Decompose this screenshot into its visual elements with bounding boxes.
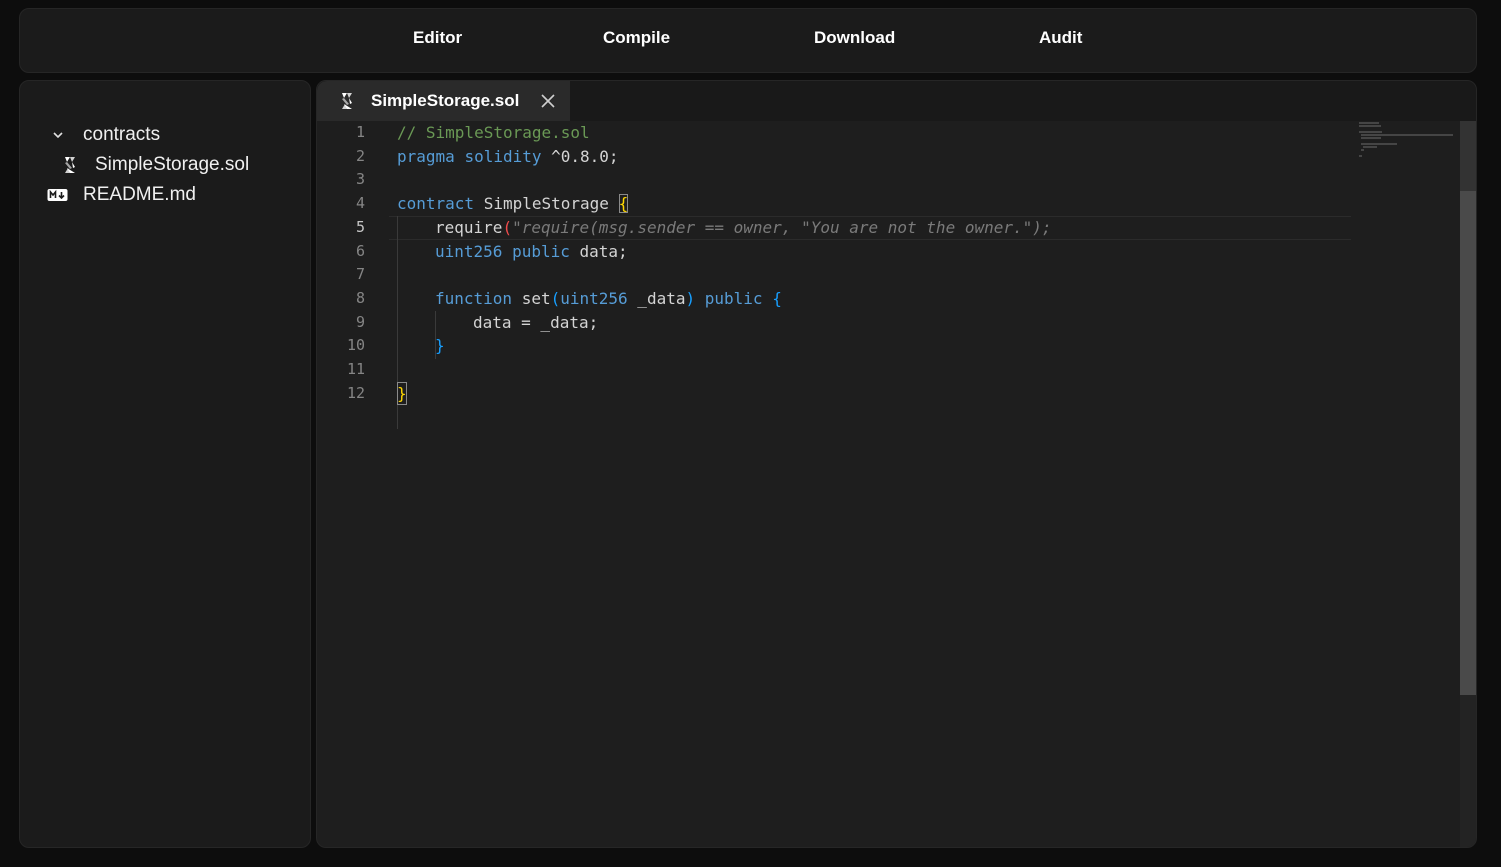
code-text: } bbox=[435, 336, 445, 356]
code-text: uint256 public data; bbox=[435, 241, 628, 261]
scrollbar-thumb[interactable] bbox=[1460, 191, 1476, 695]
code-line: 12 } bbox=[317, 381, 1352, 406]
minimap-line bbox=[1361, 137, 1381, 139]
code-line: 10 } bbox=[317, 334, 1352, 358]
code-line: 4 contract SimpleStorage { bbox=[317, 192, 1352, 216]
code-line: 11 bbox=[317, 358, 1352, 382]
minimap-line bbox=[1361, 143, 1397, 145]
code-text: contract SimpleStorage { bbox=[397, 194, 629, 214]
code-text: require("require(msg.sender == owner, "Y… bbox=[435, 217, 1052, 237]
audit-nav-button[interactable]: Audit bbox=[1039, 28, 1082, 48]
line-number: 6 bbox=[355, 241, 365, 260]
close-icon[interactable] bbox=[539, 92, 557, 110]
chevron-down-icon bbox=[50, 131, 66, 139]
minimap-line bbox=[1361, 134, 1453, 136]
code-text: } bbox=[397, 381, 407, 406]
file-label: README.md bbox=[83, 184, 196, 205]
code-editor: SimpleStorage.sol 1 // SimpleStorage.sol… bbox=[316, 80, 1477, 848]
code-area[interactable]: 1 // SimpleStorage.sol 2 pragma solidity… bbox=[317, 121, 1460, 847]
solidity-icon bbox=[339, 91, 355, 111]
folder-contracts[interactable]: contracts bbox=[50, 123, 160, 147]
tab-label: SimpleStorage.sol bbox=[371, 91, 520, 110]
line-number: 4 bbox=[355, 194, 365, 213]
line-number: 9 bbox=[355, 312, 365, 331]
code-line: 2 pragma solidity ^0.8.0; bbox=[317, 145, 1352, 169]
code-comment: // SimpleStorage.sol bbox=[397, 123, 590, 142]
code-text: pragma solidity ^0.8.0; bbox=[397, 146, 619, 166]
solidity-icon bbox=[60, 155, 80, 175]
minimap[interactable] bbox=[1357, 121, 1457, 161]
file-explorer: contracts SimpleStorage.sol README.md bbox=[19, 80, 311, 848]
editor-tab-bar: SimpleStorage.sol bbox=[317, 81, 1476, 121]
code-line: 9 data = _data; bbox=[317, 311, 1352, 335]
file-readme-md[interactable]: README.md bbox=[47, 183, 196, 207]
line-number: 3 bbox=[355, 170, 365, 189]
editor-nav-button[interactable]: Editor bbox=[413, 28, 462, 48]
file-label: SimpleStorage.sol bbox=[95, 154, 250, 175]
code-text: data = _data; bbox=[473, 312, 599, 332]
line-number: 12 bbox=[346, 383, 365, 402]
folder-label: contracts bbox=[83, 124, 161, 145]
file-simplestorage-sol[interactable]: SimpleStorage.sol bbox=[60, 153, 249, 177]
code-line: 7 bbox=[317, 263, 1352, 287]
code-line: 8 function set(uint256 _data) public { bbox=[317, 287, 1352, 311]
line-number: 2 bbox=[355, 146, 365, 165]
code-line: 3 bbox=[317, 168, 1352, 192]
minimap-line bbox=[1361, 149, 1364, 151]
code-text: function set(uint256 _data) public { bbox=[435, 288, 782, 308]
line-number: 1 bbox=[355, 123, 365, 141]
code-line: 6 uint256 public data; bbox=[317, 240, 1352, 264]
line-number: 11 bbox=[346, 360, 365, 378]
line-number: 8 bbox=[355, 288, 365, 307]
line-number: 5 bbox=[355, 217, 365, 236]
line-number: 10 bbox=[346, 336, 365, 355]
line-number: 7 bbox=[355, 265, 365, 284]
minimap-line bbox=[1359, 122, 1379, 124]
code-line: 5 require("require(msg.sender == owner, … bbox=[317, 216, 1352, 240]
download-nav-button[interactable]: Download bbox=[814, 28, 895, 48]
compile-nav-button[interactable]: Compile bbox=[603, 28, 670, 48]
code-line: 1 // SimpleStorage.sol bbox=[317, 121, 1352, 145]
minimap-line bbox=[1359, 131, 1382, 133]
minimap-line bbox=[1359, 155, 1362, 157]
minimap-line bbox=[1363, 146, 1377, 148]
minimap-line bbox=[1359, 125, 1381, 127]
top-nav: Editor Compile Download Audit bbox=[19, 8, 1477, 73]
scrollbar-viewport-indicator bbox=[1460, 121, 1476, 191]
markdown-icon bbox=[47, 188, 69, 202]
tab-simplestorage-sol[interactable]: SimpleStorage.sol bbox=[317, 81, 570, 121]
